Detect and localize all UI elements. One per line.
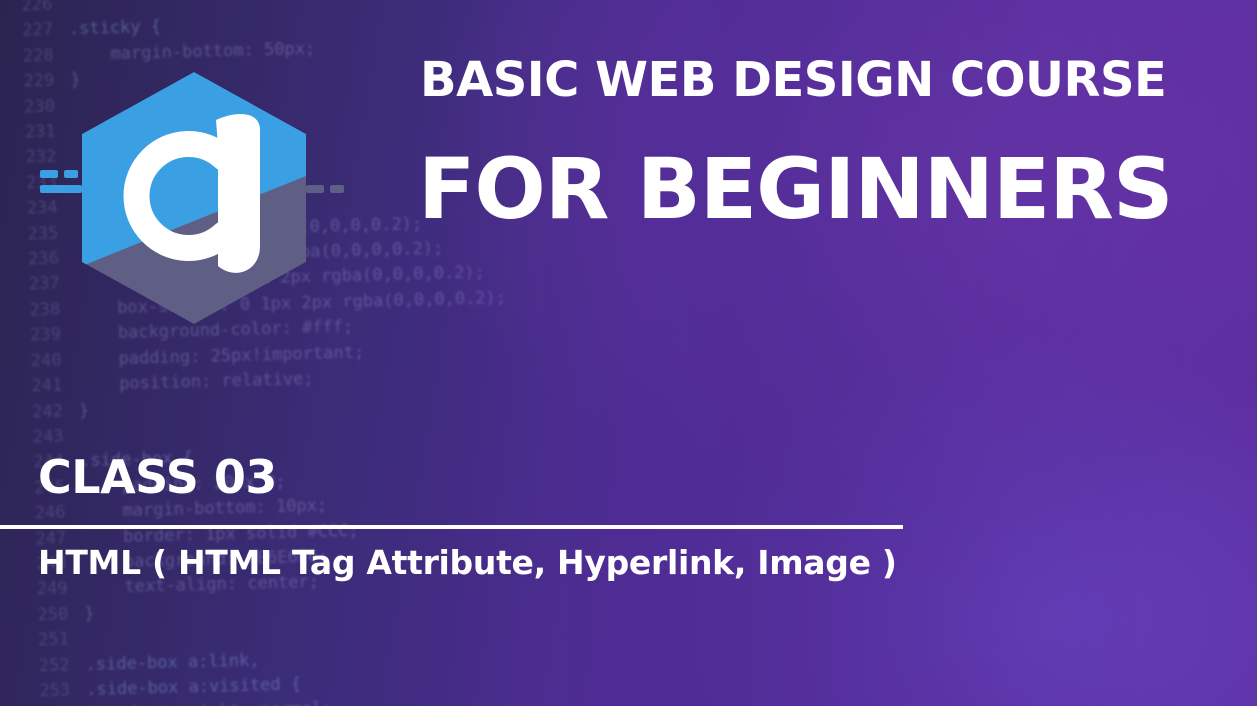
code-line-number: 241: [31, 375, 63, 397]
code-line-number: 251: [37, 629, 70, 651]
code-line-text: .side-box a:link,: [85, 650, 260, 675]
code-line-number: 240: [30, 350, 62, 372]
code-line-number: 253: [39, 680, 71, 702]
code-line-number: 243: [32, 426, 64, 448]
code-line-text: }: [83, 603, 95, 624]
code-line-number: 242: [31, 400, 64, 422]
code-line-number: 246: [34, 502, 66, 524]
code-line-number: 226: [21, 0, 53, 16]
course-title-line1: BASIC WEB DESIGN COURSE: [420, 52, 1167, 108]
code-line-number: 227: [21, 20, 54, 41]
code-line-text: margin-bottom: 50px;: [69, 38, 316, 66]
class-topic-subtitle: HTML ( HTML Tag Attribute, Hyperlink, Im…: [38, 543, 897, 582]
code-line-text: padding: 25px!important;: [77, 342, 365, 370]
code-line-text: }: [78, 400, 90, 421]
code-line-number: 250: [37, 604, 69, 625]
code-line-text: .sticky {: [68, 17, 162, 40]
course-title-line2: FOR BEGINNERS: [418, 140, 1173, 238]
thumbnail-canvas: 226 227 .sticky {228 margin-bottom: 50px; 2…: [0, 0, 1257, 706]
code-line-number: 252: [38, 654, 70, 676]
code-line-text: position: relative;: [78, 369, 314, 396]
d-letter-hexagon-logo-icon: [40, 72, 344, 324]
title-divider: [0, 525, 903, 529]
class-number-label: CLASS 03: [38, 450, 277, 504]
code-line-text: .side-box a:visited {: [85, 674, 302, 700]
